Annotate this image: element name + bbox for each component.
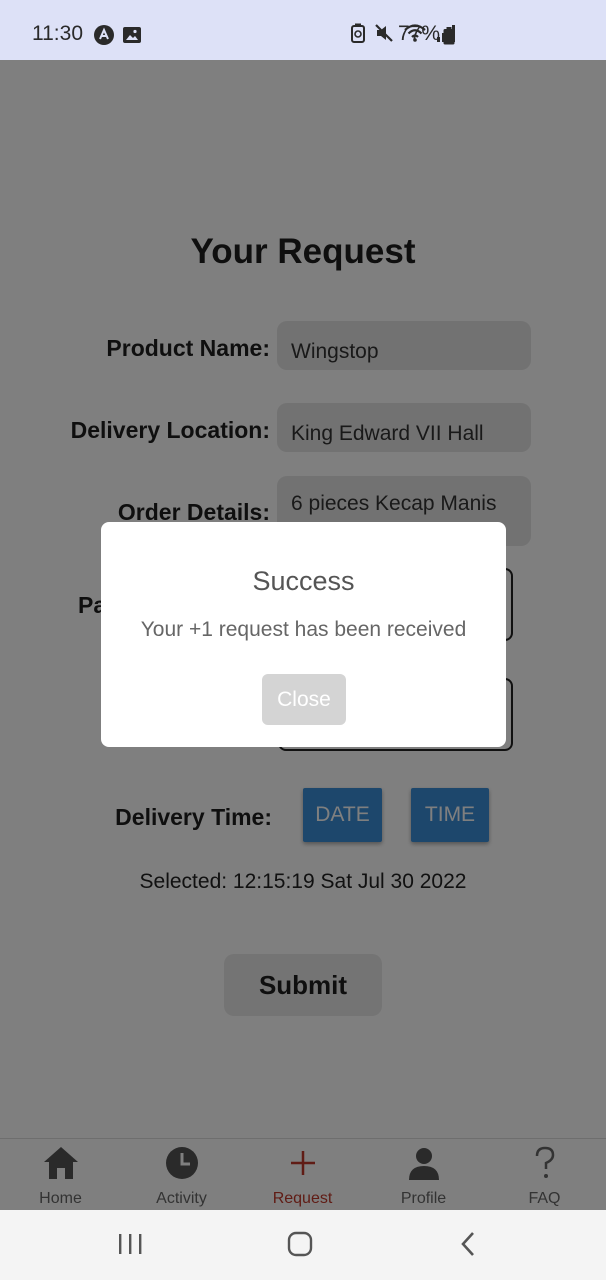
close-button[interactable]: Close [262, 674, 346, 725]
success-dialog: Success Your +1 request has been receive… [101, 522, 506, 747]
app-notification-icon [94, 25, 114, 45]
recents-icon[interactable] [117, 1230, 143, 1258]
status-left-icons [94, 25, 142, 45]
back-icon[interactable] [458, 1230, 480, 1258]
status-bar: 11:30 77% [0, 0, 606, 60]
status-time: 11:30 [32, 22, 83, 45]
battery-percent: 77% [398, 22, 441, 45]
mute-icon [375, 24, 393, 42]
dialog-message: Your +1 request has been received [140, 618, 467, 641]
battery-icon [443, 27, 455, 45]
home-nav-icon[interactable] [286, 1230, 314, 1258]
dialog-title: Success [252, 566, 355, 596]
image-notification-icon [123, 27, 141, 43]
system-nav-bar [0, 1210, 606, 1280]
battery-saver-icon [351, 23, 365, 43]
